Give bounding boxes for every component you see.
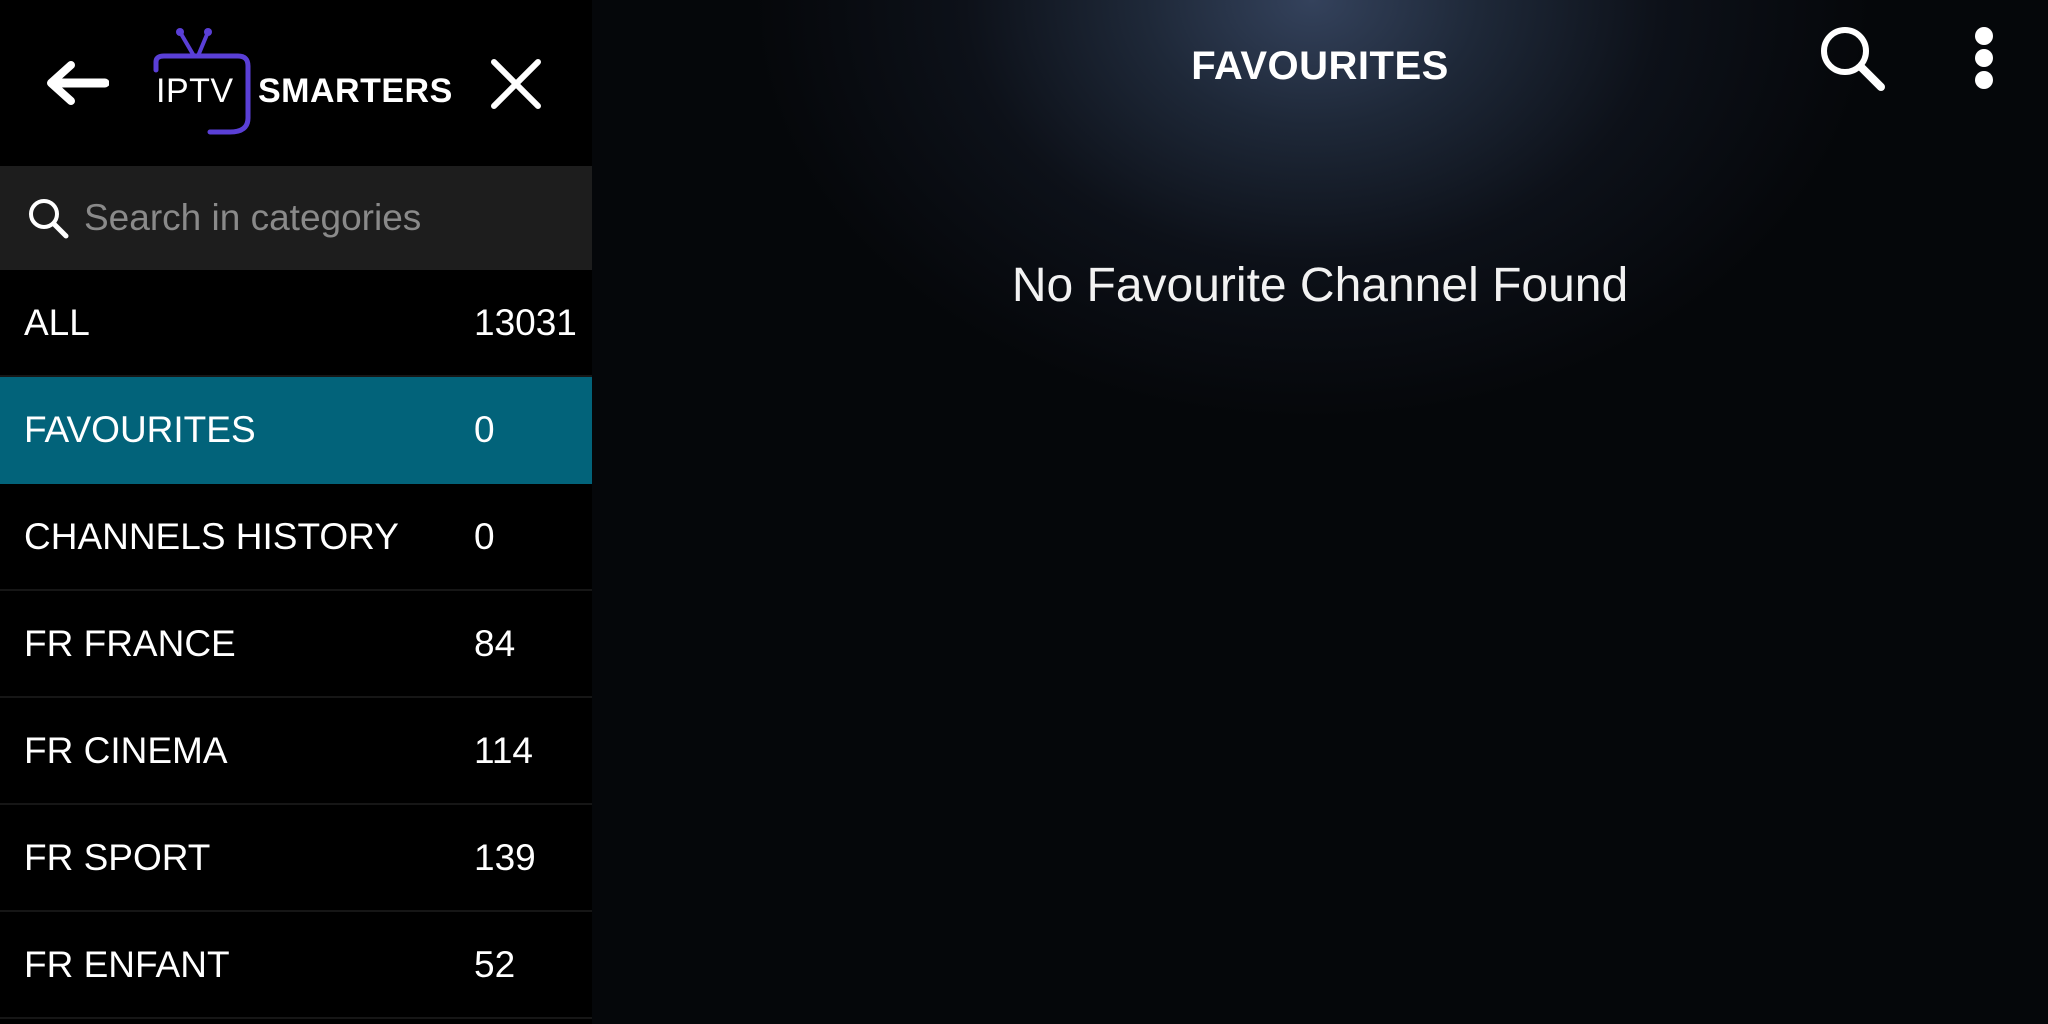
category-item-favourites[interactable]: FAVOURITES 0 bbox=[0, 377, 592, 484]
more-options-button[interactable] bbox=[1964, 20, 2004, 96]
empty-state-message: No Favourite Channel Found bbox=[1011, 259, 1629, 312]
close-button[interactable] bbox=[486, 56, 546, 112]
search-button[interactable] bbox=[1814, 20, 1890, 96]
app-window: IPTV SMARTERS ALL 13031 bbox=[0, 0, 2048, 1024]
category-item-all[interactable]: ALL 13031 bbox=[0, 270, 592, 377]
category-label: FR SPORT bbox=[24, 836, 211, 878]
category-count: 52 bbox=[474, 943, 516, 985]
category-label: FR ENFANT bbox=[24, 943, 230, 985]
category-sidebar: IPTV SMARTERS ALL 13031 bbox=[0, 0, 592, 1024]
more-vertical-icon bbox=[1975, 27, 1993, 89]
category-count: 114 bbox=[474, 729, 533, 771]
search-icon bbox=[1821, 27, 1885, 91]
category-label: FR CINEMA bbox=[24, 729, 228, 771]
category-count: 0 bbox=[474, 515, 495, 557]
category-item-channels-history[interactable]: CHANNELS HISTORY 0 bbox=[0, 484, 592, 591]
category-item-fr-sport[interactable]: FR SPORT 139 bbox=[0, 805, 592, 912]
category-list: ALL 13031 FAVOURITES 0 CHANNELS HISTORY … bbox=[0, 270, 592, 1019]
logo-text-iptv: IPTV bbox=[156, 72, 234, 110]
category-item-fr-enfant[interactable]: FR ENFANT 52 bbox=[0, 912, 592, 1019]
category-item-fr-cinema[interactable]: FR CINEMA 114 bbox=[0, 698, 592, 805]
sidebar-header: IPTV SMARTERS bbox=[0, 0, 592, 166]
category-count: 13031 bbox=[474, 301, 577, 343]
category-count: 139 bbox=[474, 836, 536, 878]
favourites-panel: FAVOURITES No Favourite Channel Found bbox=[592, 0, 2048, 1024]
app-logo: IPTV SMARTERS bbox=[150, 26, 452, 138]
logo-text-smarters: SMARTERS bbox=[258, 72, 453, 110]
category-count: 84 bbox=[474, 622, 516, 664]
category-count: 0 bbox=[474, 408, 495, 450]
close-icon bbox=[491, 59, 541, 109]
search-icon bbox=[26, 196, 70, 240]
category-label: CHANNELS HISTORY bbox=[24, 515, 399, 557]
category-label: ALL bbox=[24, 301, 90, 343]
back-button[interactable] bbox=[44, 58, 110, 108]
category-search-bar bbox=[0, 166, 592, 270]
category-label: FR FRANCE bbox=[24, 622, 236, 664]
category-label: FAVOURITES bbox=[24, 408, 256, 450]
category-item-fr-france[interactable]: FR FRANCE 84 bbox=[0, 591, 592, 698]
category-search-input[interactable] bbox=[84, 188, 564, 248]
arrow-left-icon bbox=[47, 61, 109, 105]
